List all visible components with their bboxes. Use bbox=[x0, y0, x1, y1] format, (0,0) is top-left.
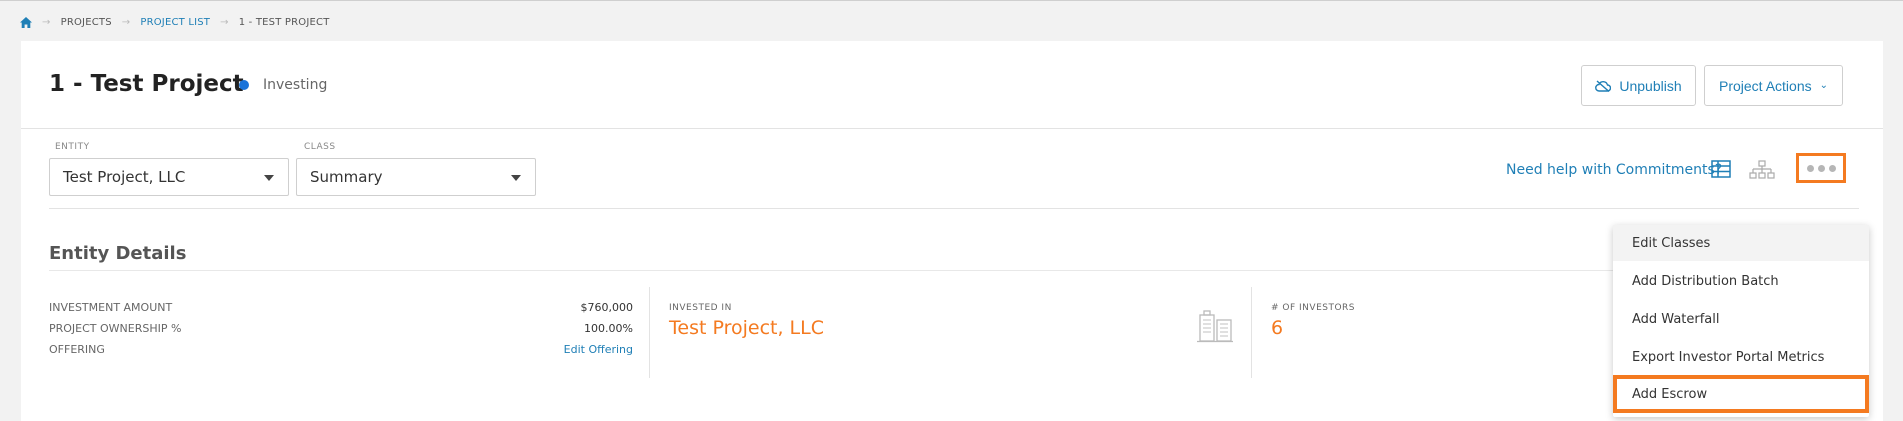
status-dot-icon bbox=[239, 80, 249, 90]
entity-label: ENTITY bbox=[55, 142, 90, 152]
page-title: 1 - Test Project bbox=[49, 71, 244, 97]
unpublish-label: Unpublish bbox=[1619, 77, 1682, 94]
entity-select[interactable]: Test Project, LLC bbox=[49, 158, 289, 196]
class-select[interactable]: Summary bbox=[296, 158, 536, 196]
breadcrumb-separator: → bbox=[121, 16, 131, 28]
more-options-menu: Edit Classes Add Distribution Batch Add … bbox=[1613, 225, 1869, 417]
menu-item-add-escrow[interactable]: Add Escrow bbox=[1613, 375, 1869, 413]
ownership-label: PROJECT OWNERSHIP % bbox=[49, 322, 182, 335]
table-view-icon[interactable] bbox=[1711, 160, 1731, 178]
ownership-value: 100.00% bbox=[584, 322, 633, 335]
entity-select-value: Test Project, LLC bbox=[63, 168, 186, 186]
menu-item-add-distribution-batch[interactable]: Add Distribution Batch bbox=[1613, 263, 1869, 299]
breadcrumb-separator: → bbox=[220, 16, 229, 28]
divider bbox=[49, 208, 1859, 209]
breadcrumb-project-list[interactable]: PROJECT LIST bbox=[140, 17, 210, 28]
menu-item-export-investor-portal-metrics[interactable]: Export Investor Portal Metrics bbox=[1613, 339, 1869, 375]
entity-details-title: Entity Details bbox=[49, 243, 187, 264]
more-dots-icon bbox=[1806, 164, 1814, 172]
breadcrumb-projects[interactable]: PROJECTS bbox=[61, 17, 112, 28]
breadcrumb: → PROJECTS → PROJECT LIST → 1 - TEST PRO… bbox=[20, 14, 330, 30]
more-options-button[interactable] bbox=[1796, 153, 1846, 183]
menu-item-edit-classes[interactable]: Edit Classes bbox=[1613, 225, 1869, 261]
status-badge: Investing bbox=[239, 77, 327, 93]
status-text: Investing bbox=[263, 77, 328, 93]
project-actions-label: Project Actions bbox=[1719, 77, 1812, 94]
home-icon[interactable] bbox=[20, 16, 32, 28]
edit-offering-link[interactable]: Edit Offering bbox=[564, 343, 633, 356]
org-chart-icon[interactable] bbox=[1749, 160, 1775, 180]
caret-down-icon bbox=[264, 175, 274, 181]
caret-down-icon bbox=[511, 175, 521, 181]
investors-count-label: # OF INVESTORS bbox=[1271, 303, 1356, 313]
menu-item-add-waterfall[interactable]: Add Waterfall bbox=[1613, 301, 1869, 337]
divider bbox=[49, 270, 1859, 271]
column-divider bbox=[1251, 287, 1252, 378]
cloud-off-icon bbox=[1595, 79, 1612, 92]
breadcrumb-current: 1 - TEST PROJECT bbox=[238, 16, 330, 28]
project-actions-button[interactable]: Project Actions ⌄ bbox=[1704, 65, 1843, 106]
commitments-help-link[interactable]: Need help with Commitments? bbox=[1506, 162, 1722, 178]
investment-amount-value: $760,000 bbox=[580, 301, 634, 314]
buildings-icon bbox=[1197, 310, 1233, 343]
top-border bbox=[0, 0, 1903, 1]
unpublish-button[interactable]: Unpublish bbox=[1581, 65, 1696, 106]
offering-label: OFFERING bbox=[49, 343, 105, 356]
class-select-value: Summary bbox=[310, 168, 383, 186]
project-header: 1 - Test Project Investing Unpublish Pro… bbox=[21, 41, 1883, 129]
project-card: 1 - Test Project Investing Unpublish Pro… bbox=[21, 41, 1883, 421]
column-divider bbox=[649, 287, 650, 378]
breadcrumb-separator: → bbox=[42, 16, 51, 28]
invested-in-value[interactable]: Test Project, LLC bbox=[669, 317, 824, 339]
class-label: CLASS bbox=[304, 142, 336, 152]
investors-count-value[interactable]: 6 bbox=[1271, 317, 1283, 339]
investment-amount-label: INVESTMENT AMOUNT bbox=[49, 301, 173, 314]
chevron-down-icon: ⌄ bbox=[1819, 80, 1828, 91]
invested-in-label: INVESTED IN bbox=[669, 303, 732, 313]
